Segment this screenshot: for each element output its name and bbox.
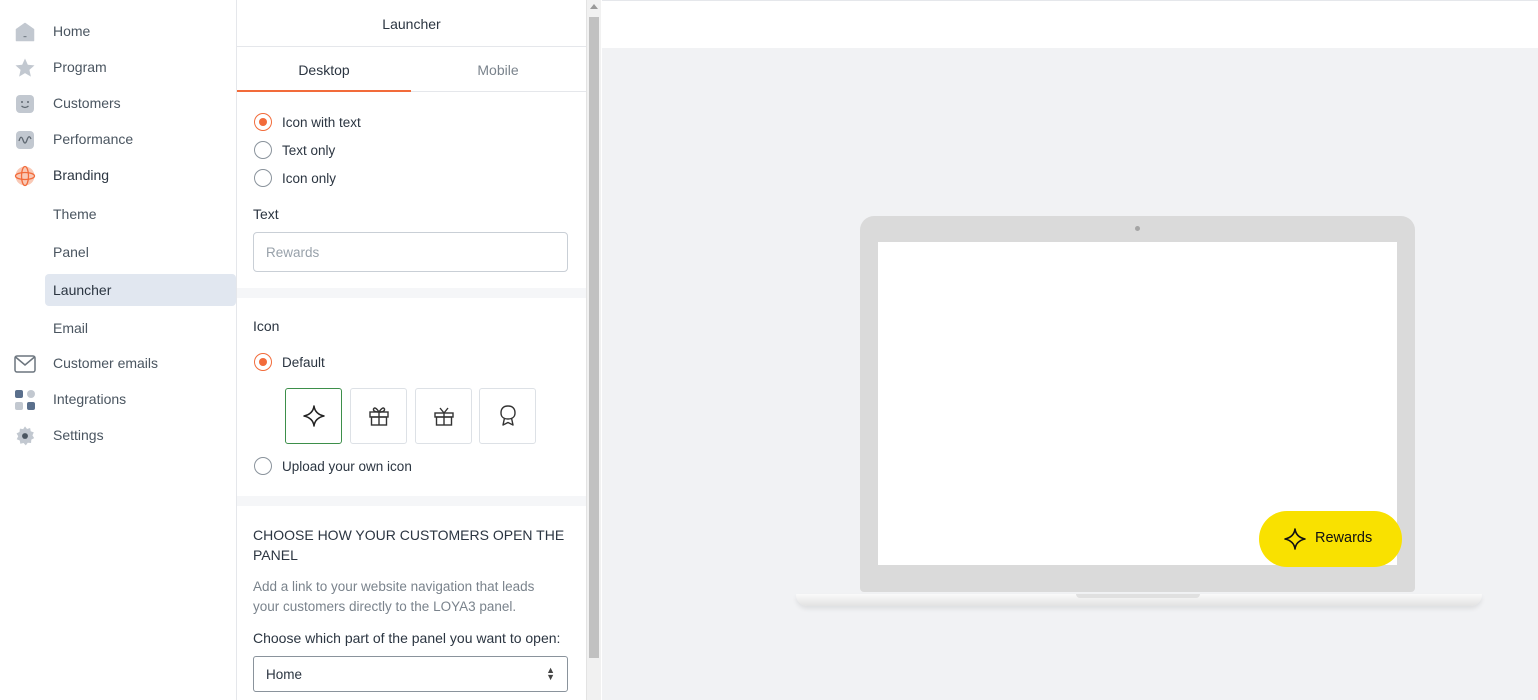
launcher-preview: Rewards (602, 48, 1538, 700)
scrollbar-thumb[interactable] (589, 17, 599, 658)
panel-part-label: Choose which part of the panel you want … (253, 630, 561, 646)
radio-button[interactable] (254, 353, 272, 371)
sidebar-subitem-label: Theme (53, 206, 97, 222)
sidebar-item-customers[interactable]: Customers (0, 86, 237, 122)
sidebar-subitem-launcher[interactable]: Launcher (45, 274, 236, 306)
sidebar-subitem-email[interactable]: Email (45, 312, 236, 344)
sidebar-item-label: Settings (53, 427, 104, 443)
sparkle-icon (1284, 528, 1306, 550)
panel-title: Launcher (237, 0, 586, 47)
sidebar-item-label: Home (53, 23, 91, 39)
section-divider (237, 496, 586, 506)
icon-choice-gift[interactable] (415, 388, 472, 444)
sidebar-item-integrations[interactable]: Integrations (0, 382, 237, 418)
sidebar-item-settings[interactable]: Settings (0, 418, 237, 454)
gift-icon (433, 407, 454, 426)
panel-part-select[interactable]: Home ▲ ▼ (253, 656, 568, 692)
sidebar-item-program[interactable]: Program (0, 50, 237, 86)
radio-default-icon[interactable]: Default (254, 351, 325, 373)
radio-icon-only[interactable]: Icon only (254, 167, 336, 189)
gift-box-icon (368, 407, 389, 426)
sidebar-item-label: Performance (53, 131, 134, 147)
radio-upload-icon[interactable]: Upload your own icon (254, 455, 412, 477)
sidebar-subitem-label: Email (53, 320, 89, 336)
sidebar-item-branding[interactable]: Branding (0, 158, 237, 194)
sidebar-item-performance[interactable]: Performance (0, 122, 237, 158)
icon-section-label: Icon (253, 318, 280, 334)
envelope-icon (14, 353, 36, 375)
scroll-up-arrow-icon[interactable] (590, 4, 598, 9)
tab-mobile[interactable]: Mobile (411, 48, 585, 92)
gear-icon (14, 425, 36, 447)
radio-icon-with-text[interactable]: Icon with text (254, 111, 361, 133)
sidebar-subitem-label: Launcher (53, 282, 112, 298)
badge-icon (499, 405, 516, 426)
radio-button[interactable] (254, 169, 272, 187)
sidebar-item-label: Customers (53, 95, 121, 111)
radio-button[interactable] (254, 113, 272, 131)
icon-choice-badge[interactable] (479, 388, 536, 444)
select-arrows-icon: ▲ ▼ (546, 665, 555, 682)
editor-scrollbar[interactable] (586, 0, 601, 700)
open-panel-description: Add a link to your website navigation th… (253, 579, 535, 614)
smiley-icon (14, 93, 36, 115)
sidebar-item-label: Customer emails (53, 355, 159, 371)
sidebar-item-home[interactable]: Home (0, 14, 237, 50)
sidebar: Home Program Customers Performance Brand… (0, 0, 237, 700)
radio-label: Upload your own icon (282, 458, 412, 474)
grid-icon (14, 389, 36, 411)
text-field-label: Text (253, 206, 279, 222)
sidebar-subitem-theme[interactable]: Theme (45, 198, 236, 230)
sidebar-item-label: Program (53, 59, 107, 75)
icon-choice-gift-box[interactable] (350, 388, 407, 444)
sidebar-item-customer-emails[interactable]: Customer emails (0, 346, 237, 382)
laptop-notch (1076, 594, 1200, 598)
radio-label: Text only (282, 142, 336, 158)
launcher-preview-button[interactable]: Rewards (1259, 511, 1402, 567)
wave-icon (14, 129, 36, 151)
radio-text-only[interactable]: Text only (254, 139, 335, 161)
section-divider (237, 288, 586, 298)
tab-desktop[interactable]: Desktop (237, 48, 411, 92)
radio-label: Icon with text (282, 114, 361, 130)
launcher-preview-label: Rewards (1315, 530, 1373, 546)
radio-label: Icon only (282, 170, 337, 186)
device-tabs: Desktop Mobile (237, 48, 586, 92)
sidebar-item-label: Integrations (53, 391, 127, 407)
radio-button[interactable] (254, 457, 272, 475)
sidebar-subitem-label: Panel (53, 244, 89, 260)
launcher-editor-panel: Launcher Desktop Mobile Icon with text T… (237, 0, 586, 700)
icon-choice-sparkle[interactable] (285, 388, 342, 444)
sidebar-subitem-panel[interactable]: Panel (45, 236, 236, 268)
laptop-base (796, 594, 1482, 606)
sidebar-item-label: Branding (53, 167, 110, 183)
laptop-camera (1135, 226, 1140, 231)
sparkle-icon (302, 405, 325, 427)
radio-label: Default (282, 354, 325, 370)
open-panel-heading: CHOOSE HOW YOUR CUSTOMERS OPEN THE PANEL (253, 527, 565, 563)
home-icon (14, 21, 36, 43)
launcher-text-input[interactable] (253, 232, 568, 272)
select-value: Home (266, 667, 303, 682)
preview-header (602, 0, 1538, 48)
star-icon (14, 57, 36, 79)
globe-icon (14, 165, 36, 187)
radio-button[interactable] (254, 141, 272, 159)
